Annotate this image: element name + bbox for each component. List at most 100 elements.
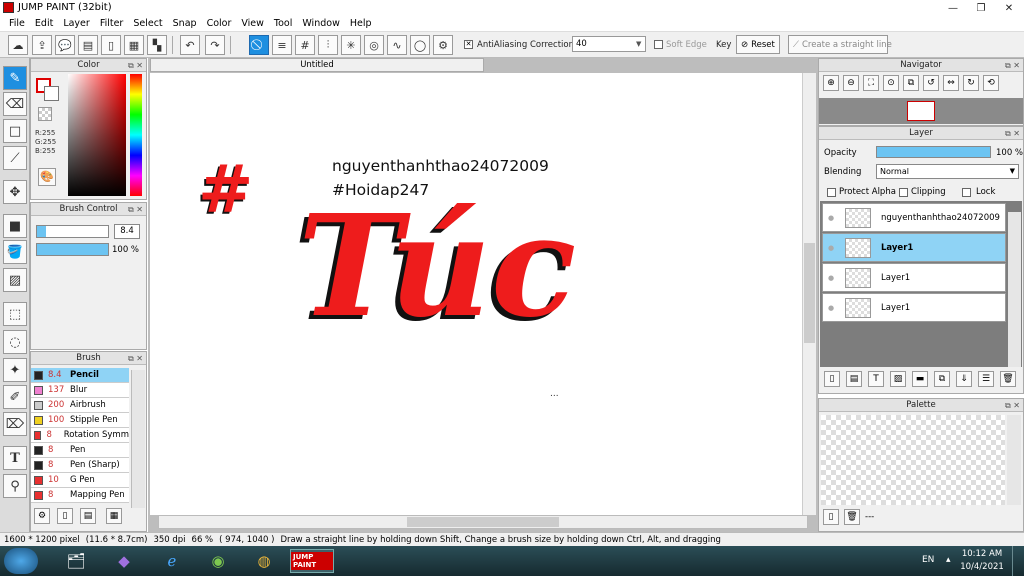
menu-tool[interactable]: Tool [269,18,297,29]
visibility-icon[interactable]: ● [828,244,834,252]
brush-size-slider[interactable] [36,225,109,238]
clock-time[interactable]: 10:12 AM [960,549,1004,559]
straight-line-button[interactable]: ⟋ Create a straight line [788,35,892,54]
fill-rect-tool-icon[interactable]: ■ [3,214,27,238]
undo-icon[interactable]: ↶ [180,35,200,55]
snap-off-icon[interactable]: ⃠ [249,35,269,55]
saturation-value-picker[interactable] [68,74,126,196]
start-button[interactable] [4,548,38,574]
new-layer-icon[interactable]: ▯ [824,371,840,387]
menu-layer[interactable]: Layer [58,18,95,29]
move-tool-icon[interactable]: ✥ [3,180,27,204]
brush-item[interactable]: 10 G Pen [31,473,129,488]
brush-item[interactable]: 8 Pen (Sharp) [31,458,129,473]
protect-alpha-checkbox[interactable] [827,188,836,197]
brush-list-scrollbar[interactable] [131,370,145,508]
flip-icon[interactable]: ⇔ [943,75,959,91]
layer-list-scrollbar[interactable] [1008,212,1021,367]
green-app-icon[interactable]: ◉ [198,548,238,574]
snap-curve-icon[interactable]: ∿ [387,35,407,55]
palette-icon[interactable]: 🎨 [38,168,56,186]
layer-row[interactable]: ● Layer1 [822,233,1006,262]
select-pen-tool-icon[interactable]: ✐ [3,385,27,409]
snap-circle-icon[interactable]: ◎ [364,35,384,55]
tray-chevron-icon[interactable]: ▴ [946,555,951,565]
snap-ellipse-icon[interactable]: ◯ [410,35,430,55]
snap-grid-icon[interactable]: # [295,35,315,55]
blending-select[interactable]: Normal ▼ [876,164,1019,179]
reset-rotation-icon[interactable]: ⟲ [983,75,999,91]
palette-scrollbar[interactable] [1007,415,1021,505]
select-rect-tool-icon[interactable]: ⬚ [3,302,27,326]
background-color-swatch[interactable] [44,86,59,101]
brush-tool-icon[interactable]: ✎ [3,66,27,90]
eraser-tool-icon[interactable]: ⌫ [3,92,27,116]
explorer-icon[interactable]: 🗂 [56,548,96,574]
brush-opacity-slider[interactable] [36,243,109,256]
delete-layer-icon[interactable]: 🗑 [1000,371,1016,387]
canvas-horizontal-scrollbar[interactable] [158,515,808,529]
visual-studio-icon[interactable]: ◆ [104,548,144,574]
bucket-tool-icon[interactable]: 🪣 [3,240,27,264]
duplicate-layer-icon[interactable]: ⧉ [934,371,950,387]
layer-opacity-slider[interactable] [876,146,991,158]
menu-filter[interactable]: Filter [95,18,129,29]
cloud-icon[interactable]: ☁ [8,35,28,55]
palette-more[interactable]: --- [865,512,874,522]
brush-settings-icon[interactable]: ⚙ [34,508,50,524]
chat-icon[interactable]: ▤ [78,35,98,55]
snap-parallel-icon[interactable]: ≡ [272,35,292,55]
reset-button[interactable]: ⊘ Reset [736,35,780,54]
panel-buttons[interactable]: ⧉ ✕ [128,204,143,216]
brush-item[interactable]: 100 Stipple Pen [31,413,129,428]
snap-radial-icon[interactable]: ✳ [341,35,361,55]
visibility-icon[interactable]: ● [828,274,834,282]
brush-item[interactable]: 200 Airbrush [31,398,129,413]
canvas-vertical-scrollbar[interactable] [802,73,816,515]
brush-item[interactable]: 8 Mapping Pen [31,488,129,503]
brush-item[interactable]: 8 Rotation Symm [31,428,129,443]
zoom-in-icon[interactable]: ⊕ [823,75,839,91]
layer-row[interactable]: ● nguyenthanhthao24072009 [822,203,1006,232]
new-folder-icon[interactable]: ▬ [912,371,928,387]
copy-brush-icon[interactable]: ▤ [80,508,96,524]
clipping-checkbox[interactable] [899,188,908,197]
antialiasing-checkbox[interactable]: ✕ [464,40,473,49]
new-palette-icon[interactable]: ▯ [823,509,839,525]
panel-buttons[interactable]: ⧉ ✕ [128,353,143,365]
layer-row[interactable]: ● Layer1 [822,263,1006,292]
new-tone-layer-icon[interactable]: ▨ [890,371,906,387]
menu-edit[interactable]: Edit [30,18,58,29]
visibility-icon[interactable]: ● [828,304,834,312]
brush-size-input[interactable]: 8.4 [114,224,140,239]
new-text-layer-icon[interactable]: T [868,371,884,387]
chrome-icon[interactable]: ◍ [244,548,284,574]
layer-row[interactable]: ● Layer1 [822,293,1006,322]
menu-select[interactable]: Select [128,18,167,29]
panel-buttons[interactable]: ⧉ ✕ [1005,128,1020,140]
line-tool-icon[interactable]: ⟋ [3,146,27,170]
copy-view-icon[interactable]: ⧉ [903,75,919,91]
rotate-left-icon[interactable]: ↺ [923,75,939,91]
menu-snap[interactable]: Snap [168,18,202,29]
brush-item[interactable]: 137 Blur [31,383,129,398]
menu-view[interactable]: View [236,18,269,29]
text-tool-icon[interactable]: T [3,446,27,470]
brush-menu-icon[interactable]: ▦ [106,508,122,524]
minimize-button[interactable]: — [940,0,966,16]
rotate-right-icon[interactable]: ↻ [963,75,979,91]
document-icon[interactable]: ▯ [101,35,121,55]
zoom-out-icon[interactable]: ⊖ [843,75,859,91]
eyedropper-tool-icon[interactable]: ⚲ [3,474,27,498]
lock-checkbox[interactable] [962,188,971,197]
share-icon[interactable]: ⇪ [32,35,52,55]
pages-icon[interactable]: ▦ [124,35,144,55]
transparent-color-swatch[interactable] [38,107,52,121]
select-eraser-tool-icon[interactable]: ⌦ [3,412,27,436]
document-tab[interactable]: Untitled [150,58,484,72]
menu-file[interactable]: File [4,18,30,29]
hue-slider[interactable] [130,74,142,196]
drawing-canvas[interactable]: nguyenthanhthao24072009 #Hoidap247 # Túc… [150,73,802,515]
ie-icon[interactable]: ℯ [152,548,192,574]
lasso-tool-icon[interactable]: ◌ [3,330,27,354]
